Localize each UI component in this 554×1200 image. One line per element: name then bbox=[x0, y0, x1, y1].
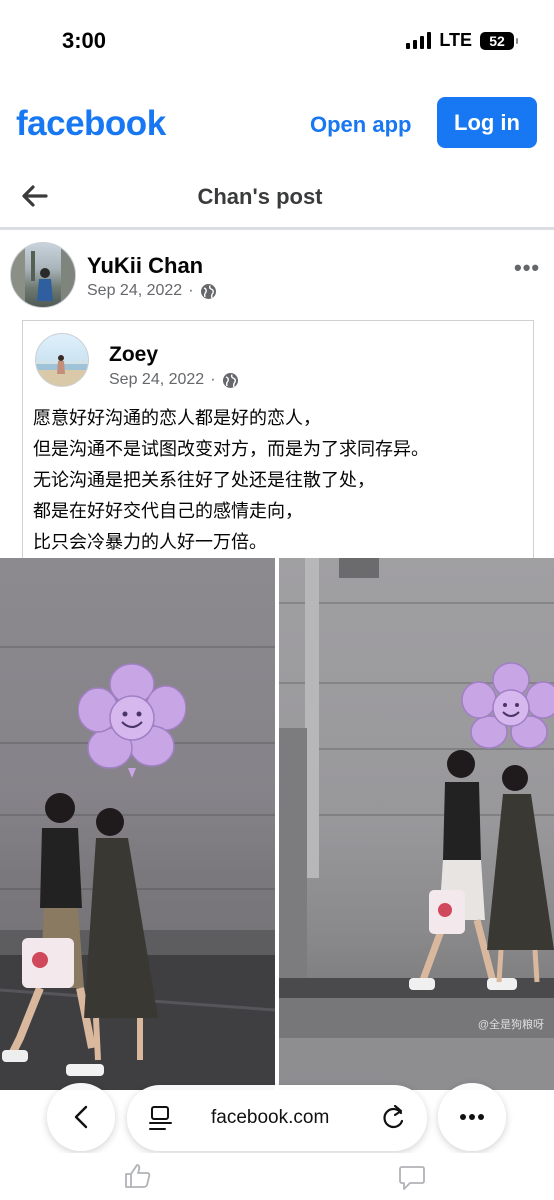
post-title-bar: Chan's post bbox=[0, 166, 554, 230]
post-photo[interactable]: @全是狗粮呀 bbox=[279, 558, 554, 1090]
shared-post-meta: Sep 24, 2022 · bbox=[109, 371, 239, 389]
signal-icon bbox=[406, 32, 432, 49]
globe-icon bbox=[222, 372, 238, 388]
address-bar[interactable]: facebook.com bbox=[127, 1085, 427, 1151]
status-bar: 3:00 LTE 52 bbox=[0, 0, 554, 82]
shared-author-avatar[interactable] bbox=[35, 333, 89, 387]
author-name[interactable]: YuKii Chan bbox=[87, 253, 203, 279]
post-text-line: 无论沟通是把关系往好了处还是往散了处， bbox=[33, 470, 375, 491]
shared-post-card[interactable]: Zoey Sep 24, 2022 · 愿意好好沟通的恋人都是好的恋人， 但是沟… bbox=[22, 320, 534, 565]
globe-icon bbox=[200, 283, 216, 299]
post-text-line: 比只会冷暴力的人好一万倍。 bbox=[33, 532, 267, 553]
post-photos: @全是狗粮呀 bbox=[0, 558, 554, 1090]
status-time: 3:00 bbox=[62, 28, 107, 53]
url-text: facebook.com bbox=[211, 1107, 330, 1128]
shared-post-date[interactable]: Sep 24, 2022 bbox=[109, 371, 204, 389]
post-text-line: 都是在好好交代自己的感情走向， bbox=[33, 501, 303, 522]
post-actions bbox=[0, 1153, 554, 1200]
shared-author-name[interactable]: Zoey bbox=[109, 343, 158, 367]
thumbs-up-icon[interactable] bbox=[124, 1163, 152, 1189]
post-text-line: 愿意好好沟通的恋人都是好的恋人， bbox=[33, 408, 321, 429]
browser-back-button[interactable] bbox=[47, 1083, 115, 1151]
shared-post-text: 愿意好好沟通的恋人都是好的恋人， 但是沟通不是试图改变对方，而是为了求同存异。 … bbox=[33, 403, 523, 558]
separator-dot: · bbox=[210, 371, 216, 388]
login-button[interactable]: Log in bbox=[437, 97, 537, 148]
battery-icon: 52 bbox=[480, 31, 518, 50]
reader-icon[interactable] bbox=[149, 1105, 173, 1131]
author-avatar[interactable] bbox=[10, 242, 76, 308]
post-text-line: 但是沟通不是试图改变对方，而是为了求同存异。 bbox=[33, 439, 429, 460]
status-indicators: LTE 52 bbox=[406, 30, 518, 51]
browser-menu-button[interactable] bbox=[438, 1083, 506, 1151]
post-date[interactable]: Sep 24, 2022 bbox=[87, 282, 182, 300]
network-label: LTE bbox=[439, 30, 472, 50]
flower-balloon-image bbox=[461, 662, 554, 749]
chevron-left-icon bbox=[74, 1105, 88, 1129]
more-horizontal-icon bbox=[460, 1114, 484, 1120]
app-header: facebook Open app Log in bbox=[0, 82, 554, 166]
browser-toolbar: facebook.com bbox=[0, 1083, 554, 1153]
comment-icon[interactable] bbox=[398, 1165, 426, 1191]
couple-image bbox=[409, 750, 554, 990]
page-title: Chan's post bbox=[197, 184, 323, 209]
post-photo[interactable] bbox=[0, 558, 275, 1090]
reload-icon[interactable] bbox=[381, 1103, 407, 1131]
flower-balloon-image bbox=[78, 663, 186, 778]
post-meta: Sep 24, 2022 · bbox=[87, 282, 217, 300]
photo-watermark: @全是狗粮呀 bbox=[477, 1019, 544, 1031]
open-app-link[interactable]: Open app bbox=[310, 112, 411, 138]
more-options-icon[interactable]: ••• bbox=[514, 255, 540, 281]
couple-image bbox=[2, 793, 158, 1076]
separator-dot: · bbox=[188, 282, 194, 299]
facebook-logo[interactable]: facebook bbox=[16, 104, 166, 144]
